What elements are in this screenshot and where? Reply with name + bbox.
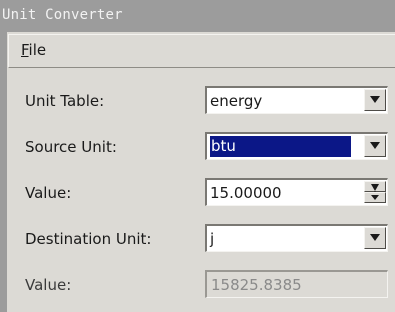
destination-unit-combo[interactable]: j — [205, 224, 388, 252]
source-unit-dropdown-button[interactable] — [364, 135, 386, 157]
result-value: 15825.8385 — [211, 276, 302, 294]
unit-table-combo[interactable]: energy — [205, 86, 388, 114]
result-label: Value: — [25, 276, 72, 294]
converter-form: Unit Table: energy Source Unit: btu Valu… — [8, 72, 395, 312]
destination-unit-value: j — [210, 230, 215, 248]
source-unit-row: Source Unit: btu — [8, 130, 395, 164]
spin-up-button[interactable] — [364, 181, 386, 196]
menu-file-label-rest: ile — [28, 41, 47, 59]
value-spinbox[interactable]: 15.00000 — [205, 178, 388, 206]
window-titlebar[interactable]: Unit Converter — [0, 0, 395, 32]
destination-unit-row: Destination Unit: j — [8, 222, 395, 256]
menubar: File — [8, 34, 395, 68]
spin-down-button[interactable] — [364, 192, 386, 203]
window-frame-left — [0, 32, 7, 312]
menu-file[interactable]: File — [21, 41, 46, 59]
unit-table-value: energy — [210, 92, 263, 110]
value-input[interactable]: 15.00000 — [210, 184, 282, 202]
value-row: Value: 15.00000 — [8, 176, 395, 210]
value-label: Value: — [25, 184, 72, 202]
result-row: Value: 15825.8385 — [8, 268, 395, 302]
chevron-down-icon — [370, 234, 380, 241]
destination-unit-label: Destination Unit: — [25, 230, 152, 248]
source-unit-label: Source Unit: — [25, 138, 117, 156]
chevron-down-icon — [370, 142, 380, 149]
source-unit-value: btu — [210, 136, 351, 157]
destination-unit-dropdown-button[interactable] — [364, 227, 386, 249]
source-unit-combo[interactable]: btu — [205, 132, 388, 160]
chevron-down-icon — [371, 195, 379, 200]
unit-table-label: Unit Table: — [25, 92, 105, 110]
unit-table-dropdown-button[interactable] — [364, 89, 386, 111]
unit-table-row: Unit Table: energy — [8, 84, 395, 118]
result-field: 15825.8385 — [205, 270, 388, 298]
window-title: Unit Converter — [2, 7, 123, 23]
chevron-down-icon — [370, 96, 380, 103]
menu-file-mnemonic: F — [21, 41, 29, 59]
